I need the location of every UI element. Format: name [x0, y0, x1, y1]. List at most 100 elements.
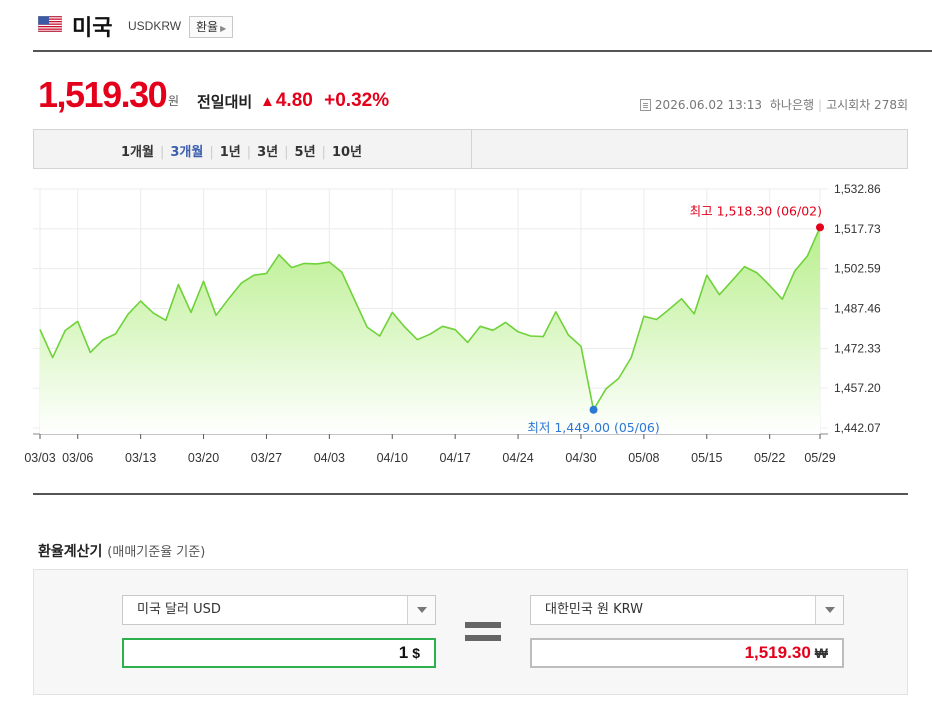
y-tick-label: 1,457.20 [834, 381, 881, 395]
period-tab[interactable]: 3년 [257, 145, 278, 160]
current-price: 1,519.30 [38, 74, 168, 115]
equals-icon [465, 622, 501, 642]
x-tick-label: 04/24 [502, 451, 533, 465]
data-point [290, 266, 292, 268]
data-point [693, 313, 695, 315]
data-point [781, 298, 783, 300]
data-point [680, 297, 682, 299]
data-point [706, 274, 708, 276]
data-point [127, 313, 129, 315]
to-amount-output[interactable]: 1,519.30 ₩ [530, 638, 844, 668]
x-tick-label: 03/27 [251, 451, 282, 465]
meta-separator: | [818, 98, 823, 112]
data-point [504, 321, 506, 323]
data-point [228, 297, 230, 299]
data-point [39, 328, 41, 330]
exchange-rate-button-label: 환율 [196, 20, 219, 34]
data-point [718, 294, 720, 296]
exchange-rate-chart: 1,532.86 1,517.73 1,502.59 1,487.46 1,472.33… [24, 182, 881, 465]
exchange-rate-button[interactable]: 환율 ▶ [189, 16, 234, 38]
to-currency-select[interactable]: 대한민국 원 KRW [530, 595, 844, 625]
chevron-right-icon: ▶ [220, 24, 227, 33]
data-point [630, 356, 632, 358]
data-point [441, 325, 443, 327]
data-point [643, 315, 645, 317]
data-point [77, 320, 79, 322]
to-amount-value: 1,519.30 [744, 643, 811, 662]
period-bar-divider [471, 130, 472, 168]
period-tabs: 1개월 | 3개월 | 1년 | 3년 | 5년 | 10년 [33, 129, 908, 169]
x-tick-label: 03/13 [125, 451, 156, 465]
country-name: 미국 [72, 16, 113, 41]
data-point [756, 272, 758, 274]
change-percent: +0.32% [324, 90, 390, 111]
data-point [378, 335, 380, 337]
chart-area-fill [40, 227, 820, 434]
period-separator: | [284, 145, 289, 160]
header: 미국 USDKRW 환율 ▶ [0, 0, 932, 52]
data-point [190, 311, 192, 313]
max-point-marker [816, 223, 824, 232]
quote-bank: 하나은행 [769, 98, 815, 112]
period-tab[interactable]: 1개월 [121, 145, 154, 160]
calculator-title: 환율계산기 (매매기준율 기준) [38, 541, 205, 561]
min-point-marker [589, 405, 598, 414]
x-tick-label: 05/22 [754, 451, 785, 465]
data-point [416, 339, 418, 341]
data-point [353, 299, 355, 301]
period-list: 1개월 | 3개월 | 1년 | 3년 | 5년 | 10년 [121, 141, 362, 160]
data-point [303, 262, 305, 264]
y-tick-label: 1,517.73 [834, 222, 881, 236]
data-point [391, 311, 393, 313]
from-currency-select[interactable]: 미국 달러 USD [122, 595, 436, 625]
period-separator: | [321, 145, 326, 160]
x-tick-label: 03/03 [24, 451, 55, 465]
period-separator: | [159, 145, 165, 160]
data-point [341, 271, 343, 273]
from-amount-unit: $ [412, 645, 420, 661]
x-tick-label: 04/03 [314, 451, 345, 465]
currency-code: USDKRW [128, 19, 182, 33]
data-point [366, 326, 368, 328]
y-tick-label: 1,502.59 [834, 262, 881, 276]
chevron-down-icon[interactable] [815, 596, 843, 624]
max-annotation: 최고 1,518.30 (06/02) [690, 203, 822, 218]
data-point [114, 333, 116, 335]
period-tab[interactable]: 3개월 [170, 145, 203, 160]
data-point [567, 334, 569, 336]
x-tick-label: 04/17 [440, 451, 471, 465]
data-point [89, 351, 91, 353]
data-point [731, 280, 733, 282]
data-point [492, 329, 494, 331]
data-point [102, 339, 104, 341]
data-point [479, 325, 481, 327]
from-amount-input[interactable]: 1 $ [122, 638, 436, 668]
x-tick-label: 03/06 [62, 451, 93, 465]
period-tab[interactable]: 10년 [332, 145, 362, 160]
quote-notice: 고시회차 278회 [826, 98, 908, 112]
period-separator: | [209, 145, 214, 160]
change-label: 전일대비 [197, 93, 253, 111]
from-currency-label: 미국 달러 USD [137, 602, 221, 617]
data-point [278, 254, 280, 256]
period-tab[interactable]: 1년 [220, 145, 241, 160]
data-point [177, 283, 179, 285]
change-block: ▲4.80 +0.32% [260, 90, 389, 112]
data-point [139, 300, 141, 302]
period-separator: | [246, 145, 252, 160]
x-tick-label: 03/20 [188, 451, 219, 465]
up-triangle-icon: ▲ [260, 93, 275, 110]
data-point [202, 280, 204, 282]
data-point [517, 331, 519, 333]
data-point [429, 333, 431, 335]
chevron-down-icon[interactable] [407, 596, 435, 624]
data-point [467, 341, 469, 343]
y-tick-label: 1,487.46 [834, 302, 881, 316]
period-tab[interactable]: 5년 [295, 145, 316, 160]
data-point [240, 282, 242, 284]
data-point [253, 274, 255, 276]
data-point [265, 272, 267, 274]
quote-meta: 2026.06.02 13:13 하나은행 | 고시회차 278회 [639, 96, 908, 113]
x-tick-label: 05/15 [691, 451, 722, 465]
data-point [51, 356, 53, 358]
